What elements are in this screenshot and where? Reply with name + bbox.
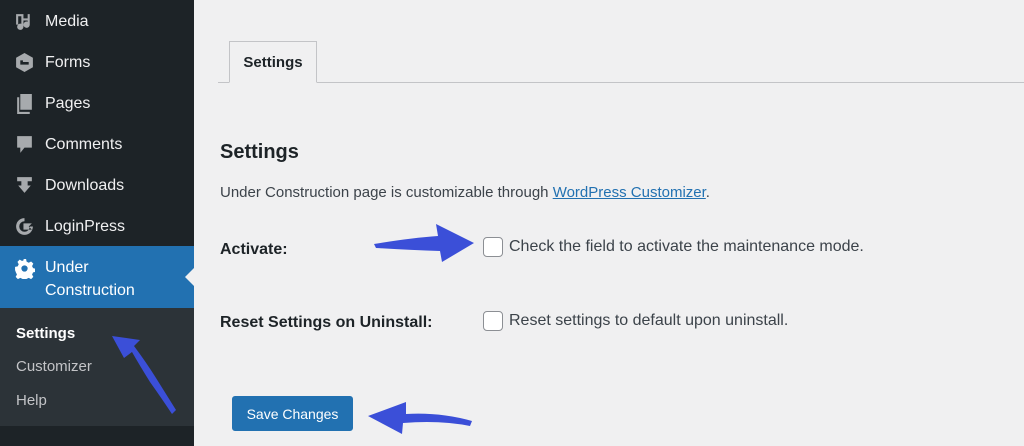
submenu-item-help[interactable]: Help <box>16 392 47 409</box>
sidebar-item-label: Forms <box>45 53 91 71</box>
submenu: Settings Customizer Help <box>0 308 194 426</box>
main-content: Settings Settings Under Construction pag… <box>194 0 1024 446</box>
section-title: Settings <box>220 141 299 163</box>
sidebar-item-loginpress[interactable]: LoginPress <box>0 206 194 247</box>
reset-settings-label: Reset Settings on Uninstall: <box>220 314 433 331</box>
sidebar-item-under-construction[interactable]: Under Construction <box>0 246 194 308</box>
label-line-1: Under <box>45 259 89 276</box>
sidebar-item-downloads[interactable]: Downloads <box>0 165 194 206</box>
submenu-item-settings[interactable]: Settings <box>16 325 75 342</box>
description-suffix: . <box>705 184 710 201</box>
comments-icon <box>12 133 36 157</box>
tab-divider <box>218 82 1024 83</box>
reset-checkbox-row[interactable]: Reset settings to default upon uninstall… <box>483 311 788 331</box>
admin-sidebar: Media Forms Pages Comments Downloads Log… <box>0 0 194 446</box>
media-icon <box>12 10 36 34</box>
activate-label: Activate: <box>220 241 288 258</box>
sidebar-item-label: Media <box>45 12 89 30</box>
reset-checkbox[interactable] <box>483 311 503 331</box>
sidebar-item-label: Pages <box>45 94 91 112</box>
sidebar-item-pages[interactable]: Pages <box>0 83 194 124</box>
sidebar-item-label: Under Construction <box>45 256 135 302</box>
tab-settings[interactable]: Settings <box>229 41 317 83</box>
sidebar-item-label: LoginPress <box>45 217 126 235</box>
save-changes-button[interactable]: Save Changes <box>232 396 353 431</box>
sidebar-item-forms[interactable]: Forms <box>0 42 194 83</box>
description: Under Construction page is customizable … <box>220 184 710 201</box>
sidebar-item-media[interactable]: Media <box>0 1 194 42</box>
reset-checkbox-text: Reset settings to default upon uninstall… <box>509 312 789 329</box>
sidebar-item-label: Comments <box>45 135 123 153</box>
downloads-icon <box>12 174 36 198</box>
description-text: Under Construction page is customizable … <box>220 184 553 201</box>
sidebar-item-comments[interactable]: Comments <box>0 124 194 165</box>
loginpress-icon <box>12 215 36 239</box>
forms-icon <box>12 51 36 75</box>
active-indicator <box>185 268 194 286</box>
activate-checkbox-row[interactable]: Check the field to activate the maintena… <box>483 237 864 257</box>
activate-checkbox-text: Check the field to activate the maintena… <box>509 238 864 255</box>
customizer-link[interactable]: WordPress Customizer <box>553 184 706 201</box>
pages-icon <box>12 92 36 116</box>
label-line-2: Construction <box>45 282 135 299</box>
activate-checkbox[interactable] <box>483 237 503 257</box>
submenu-item-customizer[interactable]: Customizer <box>16 358 92 375</box>
gear-icon <box>12 256 36 280</box>
sidebar-footer <box>0 426 194 446</box>
sidebar-item-label: Downloads <box>45 176 125 194</box>
